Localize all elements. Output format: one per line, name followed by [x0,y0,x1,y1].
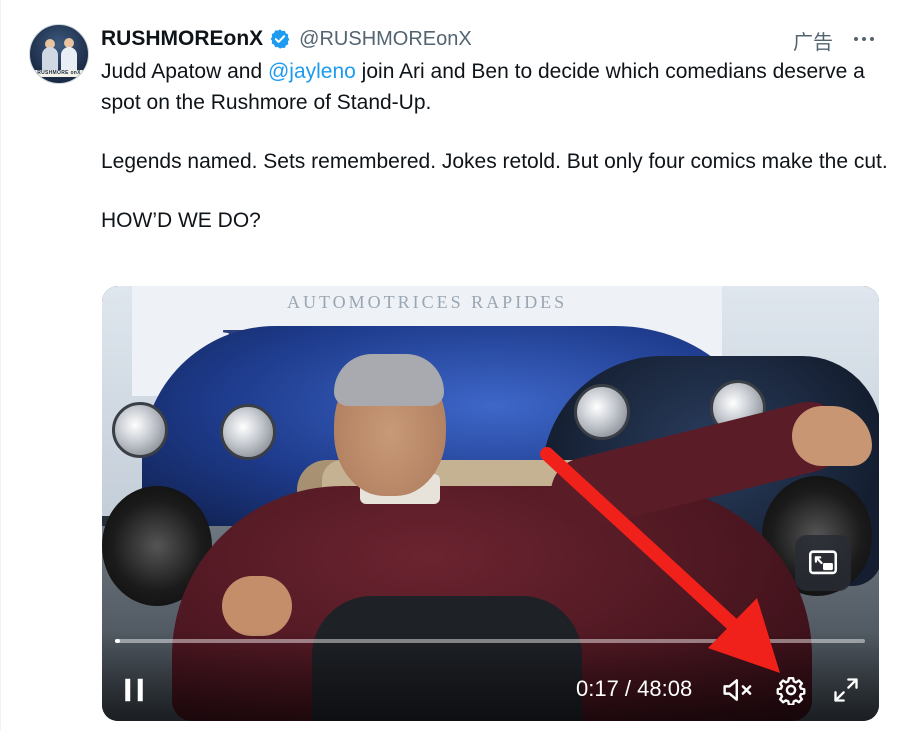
author-name[interactable]: RUSHMOREonX [101,27,263,51]
picture-in-picture-button[interactable] [795,535,851,591]
more-dot [870,37,874,41]
person-hand [222,576,292,636]
text-segment: Judd Apatow and [101,60,268,83]
mention-link[interactable]: @jayleno [268,60,356,83]
car-headlight [112,402,168,458]
video-controls-overlay [102,631,879,721]
tweet-header: RUSHMOREonX @RUSHMOREonX [101,24,472,54]
author-avatar[interactable]: RUSHMORE onX [29,24,89,84]
pause-icon [125,678,143,702]
fullscreen-icon [834,678,858,702]
tweet-paragraph-2: Legends named. Sets remembered. Jokes re… [101,150,888,173]
video-progress-bar[interactable] [115,639,865,643]
car-headlight [220,404,276,460]
ad-label: 广告 [793,32,833,54]
author-handle[interactable]: @RUSHMOREonX [299,28,472,51]
person-hair [334,354,444,406]
avatar-logo-text: RUSHMORE onX [34,70,84,77]
tweet-paragraph-1: Judd Apatow and @jayleno join Ari and Be… [101,56,891,118]
gear-icon [776,676,806,705]
settings-button[interactable] [773,672,809,708]
more-dot [862,37,866,41]
verified-badge-icon[interactable] [269,28,291,50]
video-time-display: 0:17 / 48:08 [576,676,693,701]
mute-toggle-button[interactable] [719,672,757,708]
fullscreen-button[interactable] [828,672,864,708]
tweet-card[interactable]: RUSHMORE onX RUSHMOREonX @RUSHMOREonX 广告… [0,0,903,731]
pause-button[interactable] [116,672,152,708]
volume-muted-icon [723,679,752,701]
picture-in-picture-icon [808,550,838,575]
car-headlight [574,384,630,440]
wall-sign-small-text: AUTOMOTRICES RAPIDES [287,292,568,312]
more-options-button[interactable] [849,26,879,52]
tweet-paragraph-3: HOW’D WE DO? [101,209,261,232]
video-progress-fill [115,639,120,643]
tweet-text: Judd Apatow and @jayleno join Ari and Be… [101,56,891,236]
video-player[interactable]: AUTOMOTRICES RAPIDES BUGA [102,286,879,721]
more-dot [854,37,858,41]
